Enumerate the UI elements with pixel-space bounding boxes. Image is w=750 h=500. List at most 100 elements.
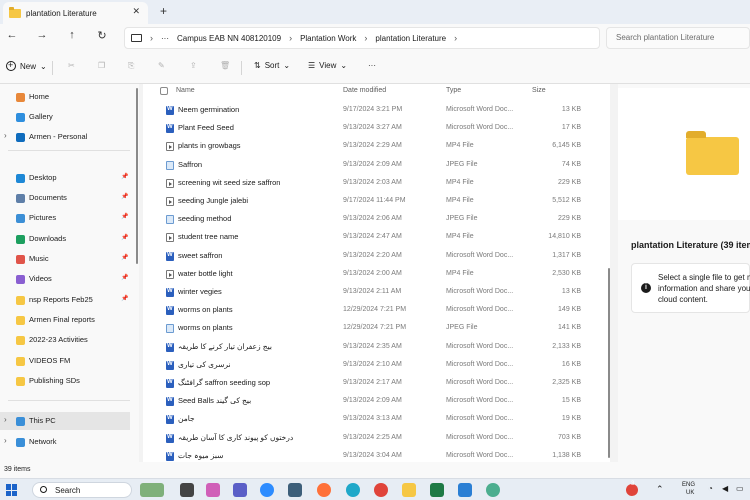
file-row[interactable]: screening wit seed size saffron 9/13/2024… [143,174,610,192]
sidebar-item-this-pc[interactable]: › This PC [0,412,130,430]
copilot-icon[interactable] [206,483,220,497]
file-row[interactable]: بیج زعفران تیار کرنے کا طریقہ 9/13/2024 2… [143,338,610,356]
chevron-right-icon[interactable]: › [4,131,7,140]
file-row[interactable]: student tree name 9/13/2024 2:47 AM MP4 Fi… [143,228,610,246]
paste-icon[interactable]: ⎘ [128,61,134,71]
column-header-name[interactable]: Name [176,87,195,94]
sidebar-item-armen-final-reports[interactable]: Armen Final reports [0,311,130,329]
file-row[interactable]: Seed Balls بیج کی گیند 9/13/2024 2:09 AM M… [143,392,610,410]
file-row[interactable]: نرسری کی تیاری 9/13/2024 2:10 AM Microsoft… [143,356,610,374]
widgets-icon[interactable] [140,483,164,497]
scroll-thumb[interactable] [136,88,138,264]
sidebar-item-music[interactable]: Music 📌 [0,250,130,268]
chrome-icon[interactable] [374,483,388,497]
zoom-icon[interactable] [260,483,274,497]
file-row[interactable]: water bottle light 9/13/2024 2:00 AM MP4 F… [143,265,610,283]
file-row[interactable]: winter vegies 9/13/2024 2:11 AM Microsoft … [143,283,610,301]
file-row[interactable]: گرافٹنگ saffron seeding sop 9/13/2024 2:1… [143,374,610,392]
file-size: 16 KB [561,360,581,368]
app-icon[interactable] [288,483,302,497]
file-row[interactable]: جامن 9/13/2024 3:13 AM Microsoft Word Doc.… [143,410,610,428]
pin-icon[interactable]: 📌 [121,254,128,261]
taskbar-search[interactable]: Search [32,482,132,498]
breadcrumb-item[interactable]: plantation Literature [375,34,446,43]
sidebar-item-pictures[interactable]: Pictures 📌 [0,209,130,227]
view-button[interactable]: ☰ View ⌄ [308,61,347,70]
nav-scrollbar[interactable] [135,84,139,462]
file-row[interactable]: plants in growbags 9/13/2024 2:29 AM MP4 F… [143,137,610,155]
sidebar-item-2022-23-activities[interactable]: 2022-23 Activities [0,331,130,349]
file-row[interactable]: Saffron 9/13/2024 2:09 AM JPEG File 74 KB [143,156,610,174]
pin-icon[interactable]: 📌 [121,274,128,281]
sidebar-item-publishing-sds[interactable]: Publishing SDs [0,372,130,390]
more-options-button[interactable]: ··· [368,61,376,70]
file-row[interactable]: Plant Feed Seed 9/13/2024 3:27 AM Microsof… [143,119,610,137]
up-button[interactable]: ↑ [64,29,80,41]
file-row[interactable]: worms on plants 12/29/2024 7:21 PM JPEG Fi… [143,319,610,337]
volume-icon[interactable]: ◀ [722,484,728,493]
file-row[interactable]: seeding Jungle jalebi 9/17/2024 11:44 PM M… [143,192,610,210]
column-header-type[interactable]: Type [446,87,461,94]
chevron-right-icon[interactable]: › [454,33,457,43]
edge-icon[interactable] [346,483,360,497]
sidebar-item-nsp-reports-feb25[interactable]: nsp Reports Feb25 📌 [0,291,130,309]
start-button[interactable] [6,484,18,496]
sidebar-item-network[interactable]: › Network [0,433,130,451]
pin-icon[interactable]: 📌 [121,234,128,241]
file-explorer-icon[interactable] [402,483,416,497]
task-view-icon[interactable] [180,483,194,497]
share-icon[interactable]: ⇪ [190,61,197,70]
file-row[interactable]: sweet saffron 9/13/2024 2:20 AM Microsoft … [143,247,610,265]
firefox-icon[interactable] [317,483,331,497]
file-row[interactable]: worms on plants 12/29/2024 7:21 PM Microso… [143,301,610,319]
sidebar-item-desktop[interactable]: Desktop 📌 [0,169,130,187]
scroll-thumb[interactable] [608,268,610,458]
teams-icon[interactable] [233,483,247,497]
sidebar-item-gallery[interactable]: Gallery [0,108,130,126]
battery-icon[interactable]: ▭ [736,484,744,493]
pin-icon[interactable]: 📌 [121,295,128,302]
sidebar-item-documents[interactable]: Documents 📌 [0,189,130,207]
refresh-button[interactable]: ↻ [94,29,110,42]
tab-plantation-literature[interactable]: plantation Literature ✕ [3,2,148,24]
file-row[interactable]: seeding method 9/13/2024 2:06 AM JPEG File… [143,210,610,228]
close-tab-icon[interactable]: ✕ [132,6,140,17]
file-row[interactable]: درختوں کو پیوند کاری کا آسان طریقہ 9/13/2… [143,429,610,447]
delete-icon[interactable]: 🗑 [220,61,230,70]
breadcrumb-item[interactable]: Campus EAB NN 408120109 [177,34,281,43]
excel-icon[interactable] [430,483,444,497]
cut-icon[interactable]: ✂ [68,61,75,70]
new-tab-button[interactable]: + [160,4,167,18]
photos-icon[interactable] [458,483,472,497]
sort-button[interactable]: ⇅ Sort ⌄ [254,61,290,70]
select-all-checkbox[interactable] [160,87,168,95]
column-header-date[interactable]: Date modified [343,87,386,94]
breadcrumb-more[interactable]: ··· [161,34,169,43]
breadcrumb[interactable]: › ··· Campus EAB NN 408120109 › Plantati… [124,27,600,49]
pin-icon[interactable]: 📌 [121,193,128,200]
copy-icon[interactable]: ❐ [98,61,105,70]
forward-button[interactable]: → [34,29,50,41]
column-header-size[interactable]: Size [532,87,546,94]
sidebar-item-videos-fm[interactable]: VIDEOS FM [0,352,130,370]
chevron-up-icon[interactable]: ⌃ [656,484,664,495]
chevron-right-icon[interactable]: › [4,415,7,424]
file-row[interactable]: Neem germination 9/17/2024 3:21 PM Microso… [143,101,610,119]
pin-icon[interactable]: 📌 [121,213,128,220]
breadcrumb-item[interactable]: Plantation Work [300,34,356,43]
language-indicator[interactable]: ENG [682,482,695,488]
sidebar-item-home[interactable]: Home [0,88,130,106]
wifi-icon[interactable]: ◔ [708,484,713,493]
rename-icon[interactable]: ✎ [158,61,165,70]
sidebar-item-armen-personal[interactable]: › Armen - Personal [0,128,130,146]
back-button[interactable]: ← [4,29,20,41]
app-icon[interactable] [486,483,500,497]
file-list-scrollbar[interactable] [607,92,611,460]
new-button[interactable]: New ⌄ [6,60,47,71]
chevron-right-icon[interactable]: › [4,436,7,445]
file-size: 2,133 KB [552,342,581,350]
sidebar-item-videos[interactable]: Videos 📌 [0,270,130,288]
pin-icon[interactable]: 📌 [121,173,128,180]
search-input[interactable]: Search plantation Literature [606,27,750,49]
sidebar-item-downloads[interactable]: Downloads 📌 [0,230,130,248]
